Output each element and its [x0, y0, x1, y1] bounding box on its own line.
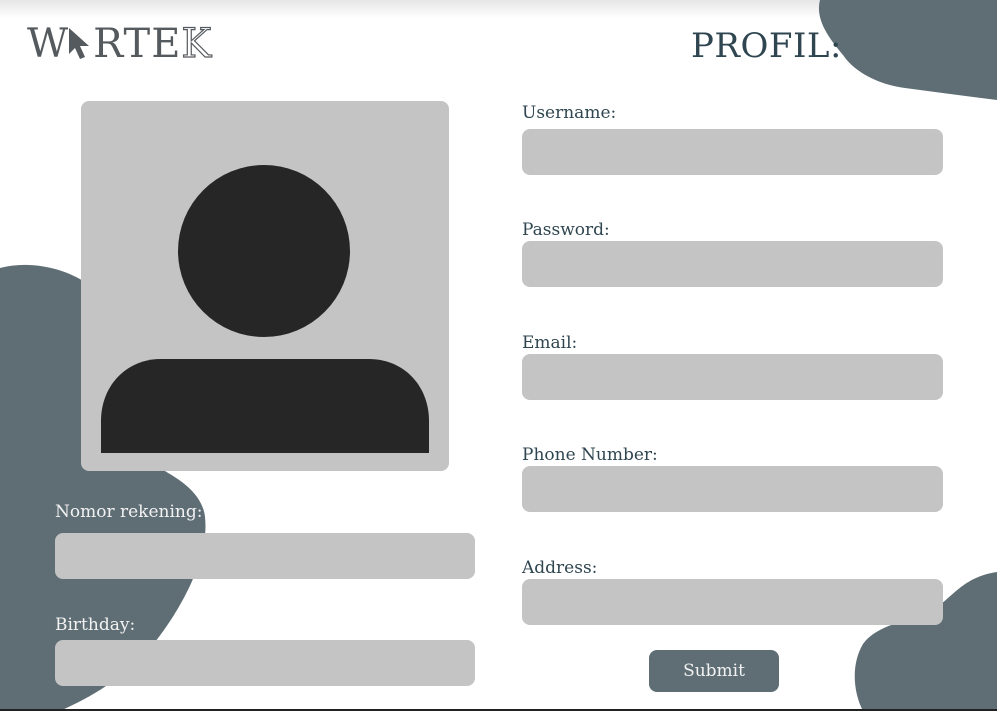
logo-text-k: K: [181, 20, 213, 67]
account-number-label: Nomor rekening:: [55, 502, 203, 522]
decorative-blob-top-right: [818, 0, 997, 100]
user-placeholder-icon: [101, 165, 429, 453]
birthday-input[interactable]: [55, 640, 475, 686]
submit-button[interactable]: Submit: [649, 650, 779, 692]
phone-number-input[interactable]: [522, 466, 943, 512]
phone-number-label: Phone Number:: [522, 445, 658, 465]
page-title: PROFIL:: [691, 26, 842, 66]
username-label: Username:: [522, 103, 617, 123]
password-label: Password:: [522, 220, 610, 240]
logo-text-rte: RTE: [93, 21, 182, 67]
password-input[interactable]: [522, 241, 943, 287]
logo-text-w: W: [27, 21, 70, 67]
brand-logo[interactable]: W RTE K: [27, 20, 213, 67]
address-label: Address:: [522, 558, 598, 578]
birthday-label: Birthday:: [55, 615, 136, 635]
email-input[interactable]: [522, 354, 943, 400]
mouse-cursor-icon: [69, 28, 90, 59]
profile-avatar[interactable]: [81, 101, 449, 471]
address-input[interactable]: [522, 579, 943, 625]
username-input[interactable]: [522, 129, 943, 175]
account-number-input[interactable]: [55, 533, 475, 579]
email-label: Email:: [522, 333, 578, 353]
